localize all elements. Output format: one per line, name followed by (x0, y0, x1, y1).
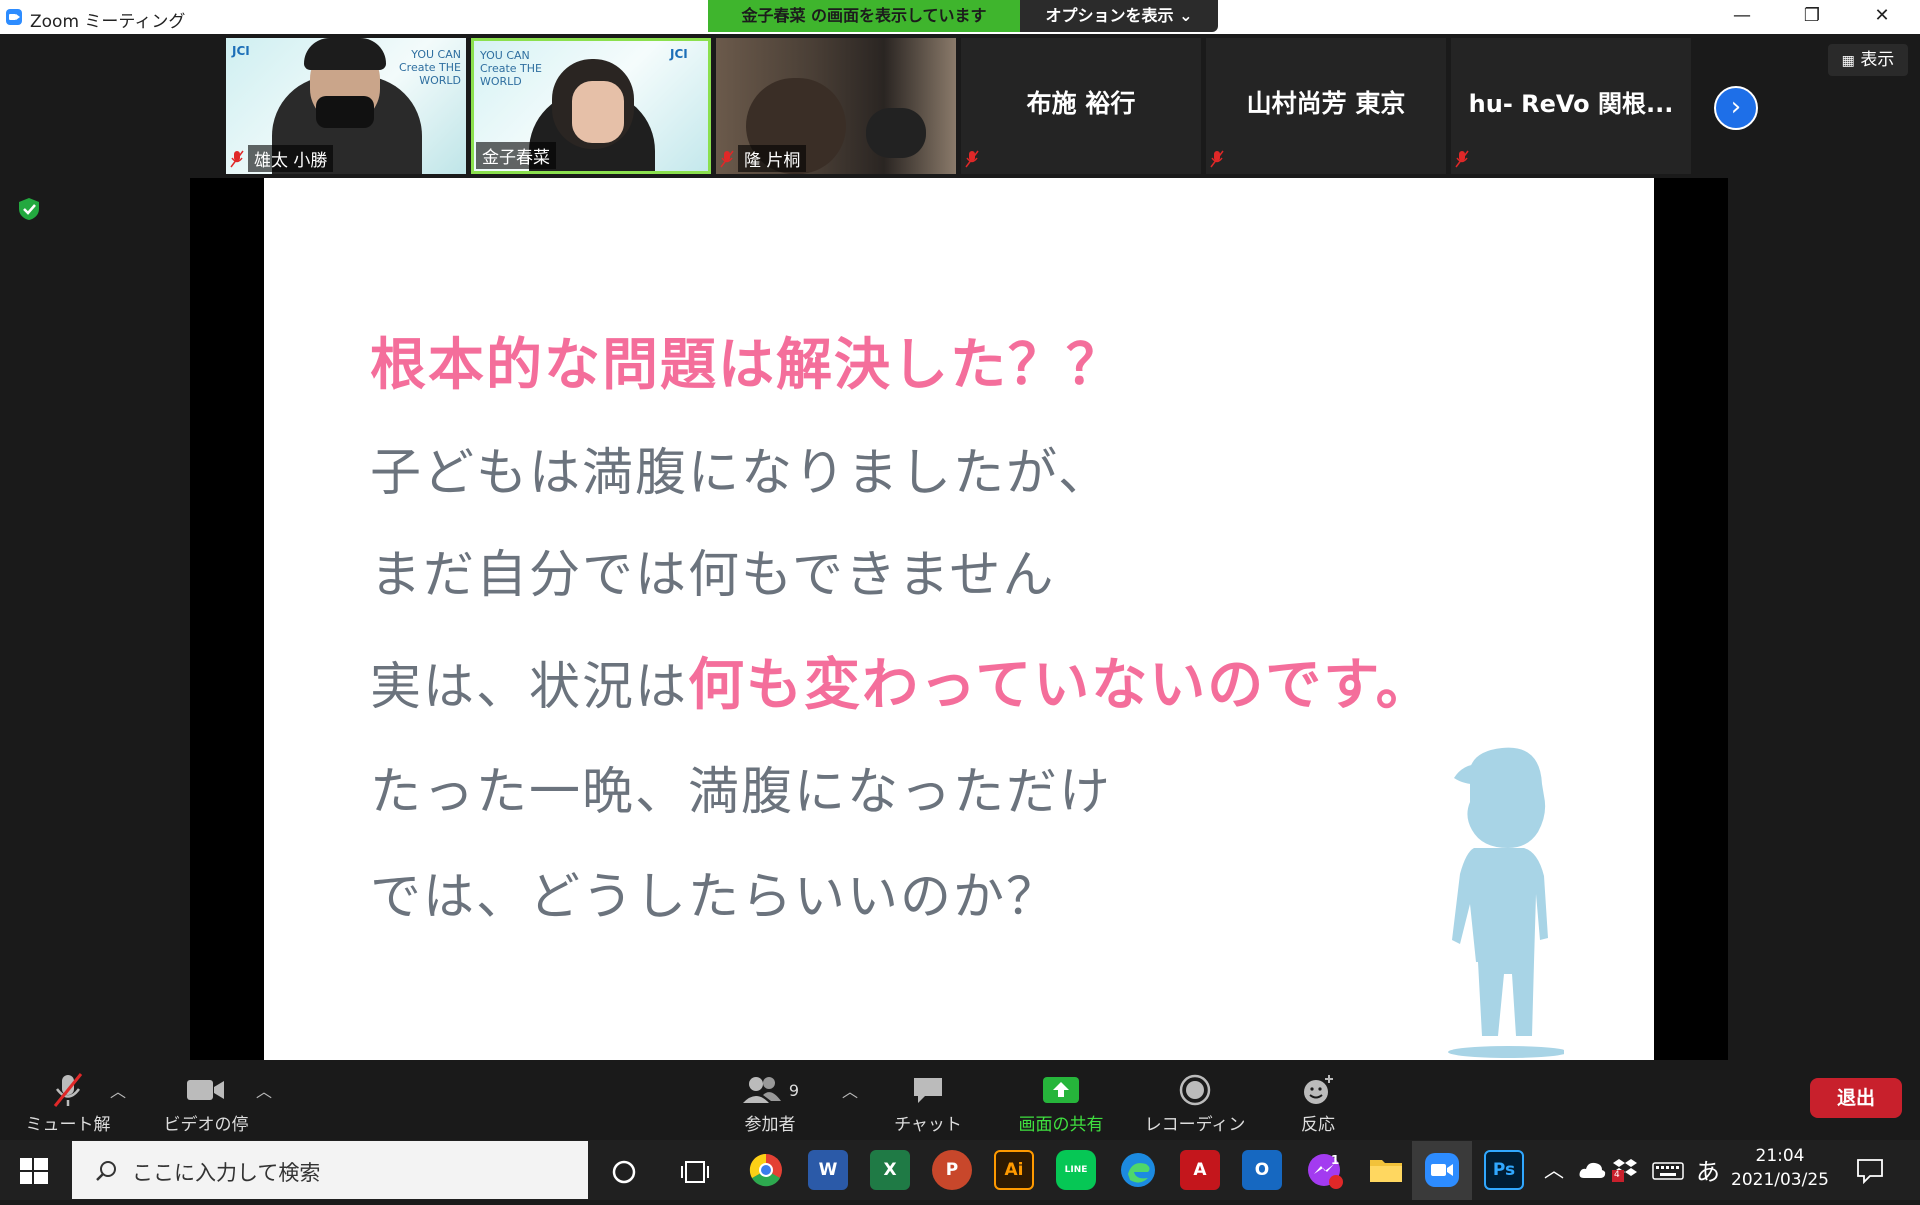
jci-logo: JCI (232, 44, 250, 58)
video-options-caret-icon[interactable]: ︿ (256, 1078, 272, 1102)
participant-hair (304, 38, 386, 70)
search-placeholder: ここに入力して検索 (132, 1161, 321, 1185)
taskbar-search-box[interactable]: ここに入力して検索 (72, 1141, 588, 1199)
participant-count: 9 (788, 1080, 800, 1100)
title-bar: Zoom ミーティング 金子春菜 の画面を表示しています オプションを表示 ⌄ … (0, 0, 1920, 34)
participant-name: hu- ReVo 関根... (1468, 90, 1674, 118)
muted-mic-icon (1210, 150, 1224, 168)
close-button[interactable]: ✕ (1852, 0, 1912, 34)
share-screen-icon (1043, 1077, 1079, 1103)
notification-center-icon[interactable] (1856, 1158, 1884, 1184)
illustrator-icon[interactable]: Ai (994, 1150, 1034, 1190)
slide-line-1: 子どもは満腹になりましたが、 (370, 444, 1111, 503)
participant-tile-3[interactable]: 隆 片桐 (716, 38, 956, 174)
show-hidden-icons-chevron-icon[interactable]: ︿ (1544, 1154, 1564, 1183)
chat-button[interactable]: チャット (888, 1070, 968, 1135)
leave-meeting-button[interactable]: 退出 (1810, 1078, 1902, 1118)
edge-icon[interactable] (1118, 1150, 1158, 1190)
messenger-icon[interactable]: 1 (1304, 1150, 1344, 1190)
view-button-label: 表示 (1860, 50, 1895, 70)
security-shield-icon[interactable] (16, 196, 42, 222)
onedrive-cloud-icon[interactable] (1578, 1160, 1606, 1180)
share-screen-label: 画面の共有 (1018, 1115, 1104, 1135)
muted-mic-icon (1455, 150, 1469, 168)
chat-label: チャット (894, 1115, 962, 1135)
you-can-create-logo: YOU CAN Create THE WORLD (480, 49, 542, 88)
participant-name: 山村尚芳 東京 (1246, 89, 1406, 118)
chrome-icon[interactable] (746, 1150, 786, 1190)
video-camera-icon (187, 1080, 224, 1100)
ime-indicator[interactable]: あ (1696, 1152, 1720, 1187)
participants-icon (742, 1077, 781, 1103)
muted-mic-icon (965, 150, 979, 168)
search-icon (96, 1161, 116, 1181)
window-title: Zoom ミーティング (30, 12, 186, 32)
jci-logo: JCI (670, 47, 688, 61)
slide-line-2: まだ自分では何もできません (370, 546, 1056, 605)
participant-mask (316, 96, 374, 128)
participant-name: 雄太 小勝 (248, 145, 334, 172)
participant-tile-4[interactable]: 布施 裕行 (961, 38, 1201, 174)
restore-button[interactable]: ❐ (1782, 0, 1842, 34)
slide-line-4: たった一晩、満腹になっただけ (370, 763, 1113, 822)
screen-share-banner: 金子春菜 の画面を表示しています (708, 0, 1020, 32)
participant-tile-1[interactable]: JCI YOU CAN Create THE WORLD 雄太 小勝 (226, 38, 466, 174)
participant-tile-6[interactable]: hu- ReVo 関根... (1451, 38, 1691, 174)
meeting-toolbar: ミュート解除 ︿ ビデオの停止 ︿ 9 参加者 ︿ チャット 画面の共有 レコー… (0, 1060, 1920, 1160)
presentation-slide: 根本的な問題は解決した？？ 子どもは満腹になりましたが、 まだ自分では何もできま… (264, 178, 1654, 1060)
outlook-icon[interactable]: O (1242, 1150, 1282, 1190)
participant-name: 隆 片桐 (738, 145, 807, 172)
zoom-app-icon (6, 9, 22, 25)
slide-heading: 根本的な問題は解決した？？ (370, 333, 1124, 398)
participant-name: 金子春菜 (476, 142, 556, 169)
task-view-icon[interactable] (680, 1158, 710, 1186)
slide-line-3-gray: 実は、状況は (370, 658, 689, 717)
you-can-create-logo: YOU CAN Create THE WORLD (399, 48, 461, 87)
excel-icon[interactable]: X (870, 1150, 910, 1190)
clock-time: 21:04 (1755, 1146, 1805, 1166)
child-silhouette-illustration (1448, 747, 1564, 1058)
grid-icon: ▦ (1841, 53, 1855, 69)
messenger-badge: 1 (1331, 1153, 1340, 1167)
clock[interactable]: 21:04 2021/03/25 (1730, 1146, 1830, 1190)
view-options-button[interactable]: オプションを表示 ⌄ (1020, 0, 1218, 32)
participants-label: 参加者 (744, 1115, 796, 1135)
powerpoint-icon[interactable]: P (932, 1150, 972, 1190)
line-icon[interactable]: LINE (1056, 1150, 1096, 1190)
clock-date: 2021/03/25 (1731, 1170, 1829, 1190)
slide-line-3: 実は、状況は何も変わっていないのです。 (370, 640, 1434, 721)
reactions-button[interactable]: 反応 (1278, 1070, 1358, 1135)
next-page-arrow-icon[interactable]: › (1714, 86, 1758, 130)
slide-line-3-emphasis: 何も変わっていないのです。 (688, 653, 1434, 718)
minimize-button[interactable]: — (1712, 0, 1772, 34)
muted-mic-icon (720, 150, 734, 168)
acrobat-icon[interactable]: A (1180, 1150, 1220, 1190)
muted-mic-icon (230, 150, 244, 168)
share-screen-button[interactable]: 画面の共有 (1006, 1070, 1116, 1135)
participant-tile-5[interactable]: 山村尚芳 東京 (1206, 38, 1446, 174)
participants-options-caret-icon[interactable]: ︿ (842, 1078, 858, 1102)
chair-shape (866, 108, 926, 158)
zoom-taskbar-icon[interactable] (1422, 1150, 1462, 1190)
muted-microphone-icon (53, 1073, 83, 1107)
file-explorer-icon[interactable] (1366, 1150, 1406, 1190)
reactions-label: 反応 (1301, 1115, 1335, 1135)
word-icon[interactable]: W (808, 1150, 848, 1190)
cortana-icon[interactable] (610, 1158, 638, 1186)
windows-start-icon[interactable] (18, 1155, 50, 1187)
participant-name: 布施 裕行 (1026, 89, 1136, 118)
keyboard-icon[interactable] (1652, 1162, 1684, 1180)
reaction-smiley-icon (1304, 1075, 1333, 1104)
participants-button[interactable]: 9 参加者 (730, 1070, 810, 1135)
slide-line-5: では、どうしたらいいのか？ (370, 868, 1060, 927)
record-icon (1179, 1074, 1211, 1106)
participant-tile-2[interactable]: YOU CAN Create THE WORLD JCI 金子春菜 (471, 38, 711, 174)
view-button[interactable]: ▦ 表示 (1828, 44, 1908, 76)
dropbox-badge: 4 (1614, 1170, 1620, 1180)
audio-options-caret-icon[interactable]: ︿ (110, 1078, 126, 1102)
participant-hand (572, 81, 624, 143)
photoshop-icon[interactable]: Ps (1484, 1150, 1524, 1190)
chat-bubble-icon (914, 1078, 942, 1103)
